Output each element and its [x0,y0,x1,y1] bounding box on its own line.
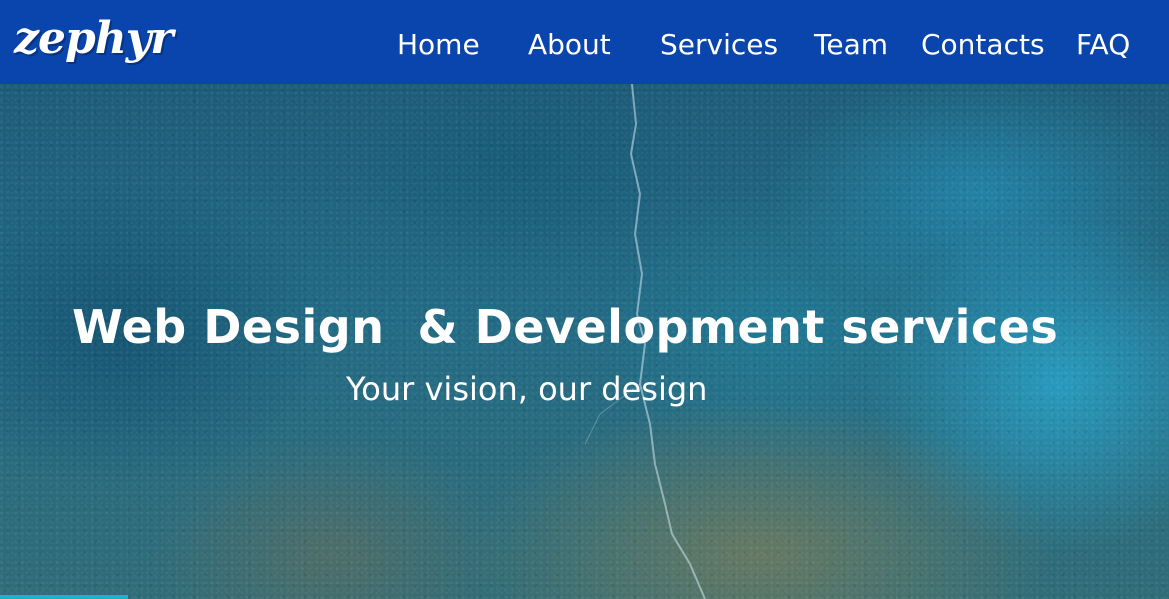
hero-title: Web Design & Development services [72,300,1059,354]
nav-item-about[interactable]: About [528,26,611,64]
nav-item-contacts[interactable]: Contacts [921,26,1045,64]
top-navbar: zephyr Home About Services Team Contacts… [0,0,1169,84]
nav-item-team[interactable]: Team [814,26,888,64]
hero-section: Web Design & Development services Your v… [0,84,1169,599]
nav-item-faq[interactable]: FAQ [1076,26,1130,64]
nav-item-services[interactable]: Services [660,26,778,64]
hero-subtitle: Your vision, our design [346,370,708,408]
main-nav: Home About Services Team Contacts FAQ [0,0,1169,84]
nav-item-home[interactable]: Home [397,26,480,64]
scroll-progress-indicator [0,595,128,599]
